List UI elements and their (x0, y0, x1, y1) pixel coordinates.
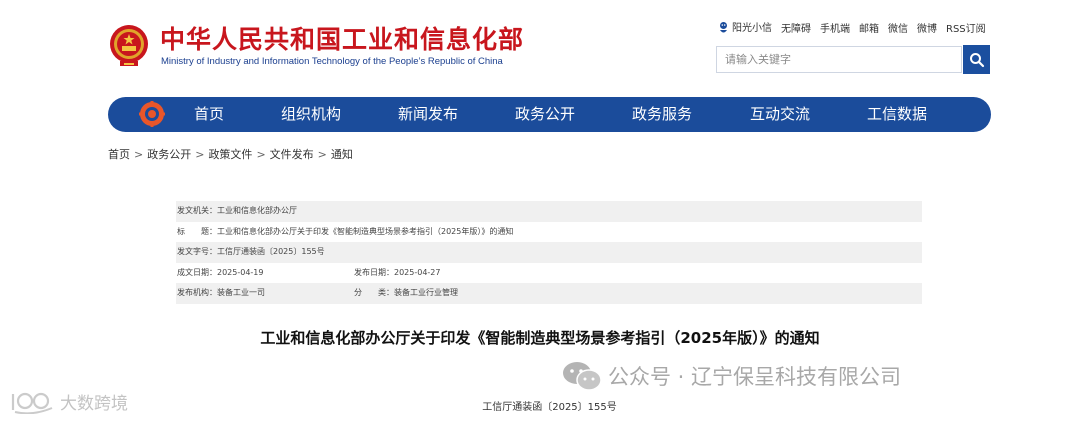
nav-gov-affairs[interactable]: 政务公开 (515, 97, 575, 132)
search-input[interactable] (717, 47, 961, 72)
nav-home[interactable]: 首页 (194, 97, 224, 132)
nav-organization[interactable]: 组织机构 (281, 97, 341, 132)
main-nav: 首页 组织机构 新闻发布 政务公开 政务服务 互动交流 工信数据 (108, 97, 991, 132)
info-publisher: 发布机构：装备工业一司 (177, 288, 265, 297)
top-link-wechat[interactable]: 微信 (888, 20, 908, 35)
top-link-sunshine-label: 阳光小信 (732, 23, 772, 34)
info-title: 标 题：工业和信息化部办公厅关于印发《智能制造典型场景参考指引（2025年版）》… (177, 226, 514, 236)
document-title: 工业和信息化部办公厅关于印发《智能制造典型场景参考指引（2025年版）》的通知 (260, 329, 820, 347)
nav-interaction[interactable]: 互动交流 (750, 97, 810, 132)
watermark-left-text: 大数跨境 (60, 394, 128, 414)
info-row: 发文字号：工信厅通装函〔2025〕155号 (176, 242, 922, 263)
info-publish-date: 发布日期：2025-04-27 (354, 267, 441, 277)
watermark-wechat: 公众号 · 辽宁保呈科技有限公司 (562, 360, 901, 392)
watermark-right-text: 公众号 · 辽宁保呈科技有限公司 (608, 365, 902, 389)
top-link-mail[interactable]: 邮箱 (859, 20, 879, 35)
top-link-rss[interactable]: RSS订阅 (946, 20, 986, 35)
breadcrumb-home[interactable]: 首页 (108, 148, 130, 161)
info-row: 发文机关：工业和信息化部办公厅 (176, 201, 922, 222)
sunshine-mascot-icon (720, 22, 727, 33)
site-subtitle: Ministry of Industry and Information Tec… (161, 56, 503, 67)
top-link-weibo[interactable]: 微博 (917, 20, 937, 35)
search-box (716, 46, 962, 73)
info-row: 标 题：工业和信息化部办公厅关于印发《智能制造典型场景参考指引（2025年版）》… (176, 222, 922, 243)
top-link-sunshine[interactable]: 阳光小信 (718, 19, 772, 35)
breadcrumb-policy-docs[interactable]: 政策文件 (208, 148, 252, 161)
info-category: 分 类：装备工业行业管理 (354, 288, 458, 297)
site-title[interactable]: 中华人民共和国工业和信息化部 (160, 24, 524, 56)
top-link-accessibility[interactable]: 无障碍 (781, 20, 811, 35)
breadcrumb-notices[interactable]: 通知 (331, 148, 353, 161)
info-issuer: 发文机关：工业和信息化部办公厅 (177, 206, 297, 215)
document-number: 工信厅通装函〔2025〕155号 (482, 402, 617, 413)
breadcrumb-releases[interactable]: 文件发布 (270, 148, 314, 161)
info-row: 成文日期：2025-04-19 发布日期：2025-04-27 (176, 263, 922, 284)
breadcrumb-gov-affairs[interactable]: 政务公开 (147, 148, 191, 161)
info-written-date: 成文日期：2025-04-19 (177, 267, 264, 277)
wechat-icon (563, 362, 602, 391)
nav-data[interactable]: 工信数据 (867, 97, 927, 132)
nav-news[interactable]: 新闻发布 (398, 97, 458, 132)
breadcrumb-separator: > (317, 148, 327, 161)
nav-gov-services[interactable]: 政务服务 (632, 97, 692, 132)
info-doc-number: 发文字号：工信厅通装函〔2025〕155号 (177, 247, 325, 256)
info-row: 发布机构：装备工业一司 分 类：装备工业行业管理 (176, 283, 922, 304)
top-links: 阳光小信 无障碍 手机端 邮箱 微信 微博 RSS订阅 (718, 19, 986, 35)
breadcrumb-separator: > (134, 148, 144, 161)
page: 中华人民共和国工业和信息化部 Ministry of Industry and … (0, 0, 1080, 421)
national-emblem-icon[interactable] (108, 24, 150, 68)
breadcrumb-separator: > (256, 148, 266, 161)
breadcrumb: 首页 > 政务公开 > 政策文件 > 文件发布 > 通知 (108, 146, 353, 162)
breadcrumb-separator: > (195, 148, 205, 161)
top-link-mobile[interactable]: 手机端 (820, 20, 850, 35)
ministry-logo-icon[interactable] (138, 100, 166, 128)
document-info-table: 发文机关：工业和信息化部办公厅 标 题：工业和信息化部办公厅关于印发《智能制造典… (176, 201, 922, 304)
watermark-logo-icon (11, 392, 53, 414)
search-button[interactable] (963, 45, 990, 74)
watermark-left: 大数跨境 (10, 389, 128, 414)
search-icon (969, 52, 984, 67)
